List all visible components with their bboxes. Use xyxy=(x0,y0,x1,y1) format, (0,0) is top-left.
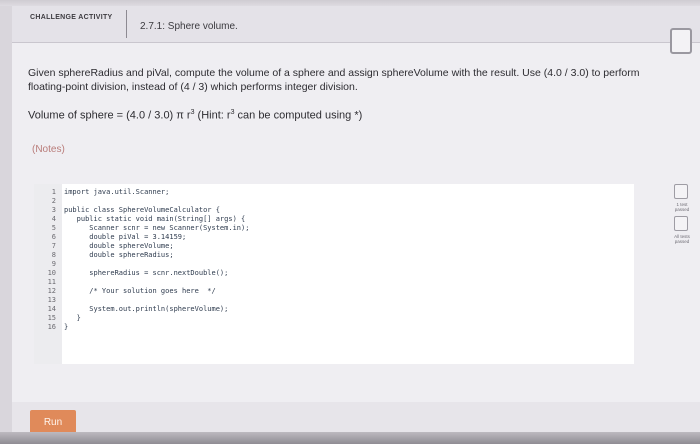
code-line[interactable]: 13 xyxy=(34,296,634,305)
formula-hint-prefix: (Hint: r xyxy=(194,109,231,122)
photo-bottom-edge xyxy=(0,432,700,444)
formula-text: Volume of sphere = (4.0 / 3.0) π r3 (Hin… xyxy=(28,109,362,122)
code-text: public static void main(String[] args) { xyxy=(64,215,246,223)
code-line[interactable]: 15 } xyxy=(34,314,634,323)
line-number: 15 xyxy=(47,314,56,322)
activity-header: CHALLENGE ACTIVITY 2.7.1: Sphere volume. xyxy=(12,6,700,43)
test-status-line: passed xyxy=(674,207,690,212)
code-line[interactable]: 11 xyxy=(34,278,634,287)
code-text: sphereRadius = scnr.nextDouble(); xyxy=(64,269,229,277)
test-box-icon xyxy=(674,184,688,199)
line-number: 9 xyxy=(51,260,56,268)
header-divider xyxy=(126,10,127,38)
code-line[interactable]: 7 double sphereVolume; xyxy=(34,242,634,251)
code-text: import java.util.Scanner; xyxy=(64,188,170,196)
line-number: 7 xyxy=(51,242,56,250)
formula-hint-suffix: can be computed using *) xyxy=(234,109,363,122)
code-line[interactable]: 10 sphereRadius = scnr.nextDouble(); xyxy=(34,269,634,278)
instructions-text: Given sphereRadius and piVal, compute th… xyxy=(28,67,640,93)
code-line[interactable]: 2 xyxy=(34,197,634,206)
code-text: Scanner scnr = new Scanner(System.in); xyxy=(64,224,250,232)
notes-link[interactable]: (Notes) xyxy=(32,144,65,155)
activity-title: 2.7.1: Sphere volume. xyxy=(140,21,238,32)
code-line[interactable]: 1 import java.util.Scanner; xyxy=(34,188,634,197)
line-number: 10 xyxy=(47,269,56,277)
code-line[interactable]: 3 public class SphereVolumeCalculator { xyxy=(34,206,634,215)
formula-prefix: Volume of sphere = (4.0 / 3.0) π r xyxy=(28,109,191,122)
line-number: 4 xyxy=(51,215,56,223)
code-line[interactable]: 6 double piVal = 3.14159; xyxy=(34,233,634,242)
code-line[interactable]: 9 xyxy=(34,260,634,269)
code-line[interactable]: 16} xyxy=(34,323,634,332)
line-number: 5 xyxy=(51,224,56,232)
line-number: 1 xyxy=(51,188,56,196)
code-line[interactable]: 8 double sphereRadius; xyxy=(34,251,634,260)
code-text: double piVal = 3.14159; xyxy=(64,233,187,241)
line-number: 6 xyxy=(51,233,56,241)
activity-panel: CHALLENGE ACTIVITY 2.7.1: Sphere volume.… xyxy=(12,6,700,438)
code-text: } xyxy=(64,323,69,331)
line-number: 16 xyxy=(47,323,56,331)
line-number: 12 xyxy=(47,287,56,295)
test-status-line: passed xyxy=(674,239,690,244)
line-number: 11 xyxy=(47,278,56,286)
code-text: double sphereVolume; xyxy=(64,242,174,250)
code-line[interactable]: 4 public static void main(String[] args)… xyxy=(34,215,634,224)
code-text: } xyxy=(64,314,81,322)
code-editor[interactable]: 1 import java.util.Scanner; 2 3 public cla… xyxy=(34,184,634,364)
code-text: /* Your solution goes here */ xyxy=(64,287,216,295)
code-line[interactable]: 5 Scanner scnr = new Scanner(System.in); xyxy=(34,224,634,233)
line-number: 3 xyxy=(51,206,56,214)
line-number: 2 xyxy=(51,197,56,205)
code-line[interactable]: 14 System.out.println(sphereVolume); xyxy=(34,305,634,314)
code-text: System.out.println(sphereVolume); xyxy=(64,305,229,313)
challenge-activity-tag: CHALLENGE ACTIVITY xyxy=(30,14,113,21)
test-box-icon xyxy=(674,216,688,231)
line-number: 14 xyxy=(47,305,56,313)
line-number: 8 xyxy=(51,251,56,259)
code-line[interactable]: 12 /* Your solution goes here */ xyxy=(34,287,634,296)
completion-checkbox[interactable] xyxy=(670,28,692,54)
line-number: 13 xyxy=(47,296,56,304)
code-text: public class SphereVolumeCalculator { xyxy=(64,206,220,214)
code-text: double sphereRadius; xyxy=(64,251,174,259)
